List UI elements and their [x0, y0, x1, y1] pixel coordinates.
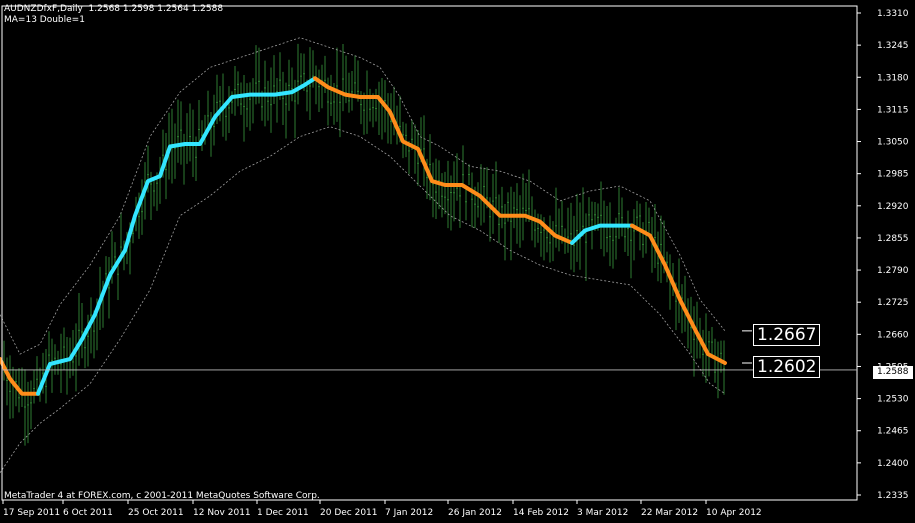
y-tick-label: 1.3180	[877, 73, 909, 83]
x-tick-label: 6 Oct 2011	[63, 508, 113, 518]
y-tick-label: 1.3245	[877, 41, 909, 51]
x-tick-label: 25 Oct 2011	[128, 508, 184, 518]
x-tick-label: 12 Nov 2011	[193, 508, 251, 518]
ma-value-label: 1.2602	[753, 356, 821, 378]
y-tick-label: 1.2400	[877, 459, 909, 469]
y-tick-label: 1.2335	[877, 491, 909, 501]
y-tick-label: 1.2790	[877, 266, 909, 276]
y-tick-label: 1.2855	[877, 234, 909, 244]
y-tick-label: 1.2985	[877, 170, 909, 180]
x-tick-label: 17 Sep 2011	[3, 508, 60, 518]
ma-segment-up	[570, 223, 634, 245]
x-tick-label: 7 Jan 2012	[385, 508, 433, 518]
price-chart[interactable]: 1.3310 1.3245 1.3180 1.3115 1.3050 1.2985 1.29…	[0, 0, 915, 523]
candles-layer	[3, 43, 725, 446]
y-tick-label: 1.3115	[877, 105, 909, 115]
y-tick-label: 1.3310	[877, 9, 909, 19]
x-tick-label: 10 Apr 2012	[706, 508, 762, 518]
x-tick-label: 3 Mar 2012	[577, 508, 628, 518]
y-tick-label: 1.2465	[877, 427, 909, 437]
y-tick-label: 1.2725	[877, 298, 909, 308]
upper-band-label: 1.2667	[753, 324, 821, 346]
y-tick-label: 1.3050	[877, 138, 909, 148]
x-tick-label: 20 Dec 2011	[320, 508, 378, 518]
x-tick-label: 1 Dec 2011	[257, 508, 309, 518]
x-tick-label: 26 Jan 2012	[448, 508, 502, 518]
chart-title: AUDNZDfxF,Daily 1.2568 1.2598 1.2564 1.2…	[4, 4, 224, 14]
axes-layer: 1.3310 1.3245 1.3180 1.3115 1.3050 1.2985 1.29…	[1, 5, 909, 518]
ma-segment-down	[313, 76, 574, 245]
current-price-badge: 1.2588	[873, 366, 913, 379]
copyright-footer: MetaTrader 4 at FOREX.com, c 2001-2011 M…	[4, 491, 320, 501]
y-tick-label: 1.2530	[877, 395, 909, 405]
x-tick-label: 14 Feb 2012	[513, 508, 569, 518]
y-tick-label: 1.2920	[877, 202, 909, 212]
x-tick-label: 22 Mar 2012	[641, 508, 698, 518]
ma-segment-up	[36, 76, 317, 396]
y-tick-label: 1.2660	[877, 330, 909, 340]
indicator-label: MA=13 Double=1	[4, 15, 85, 25]
chart-window[interactable]: 1.3310 1.3245 1.3180 1.3115 1.3050 1.2985 1.29…	[0, 0, 915, 523]
